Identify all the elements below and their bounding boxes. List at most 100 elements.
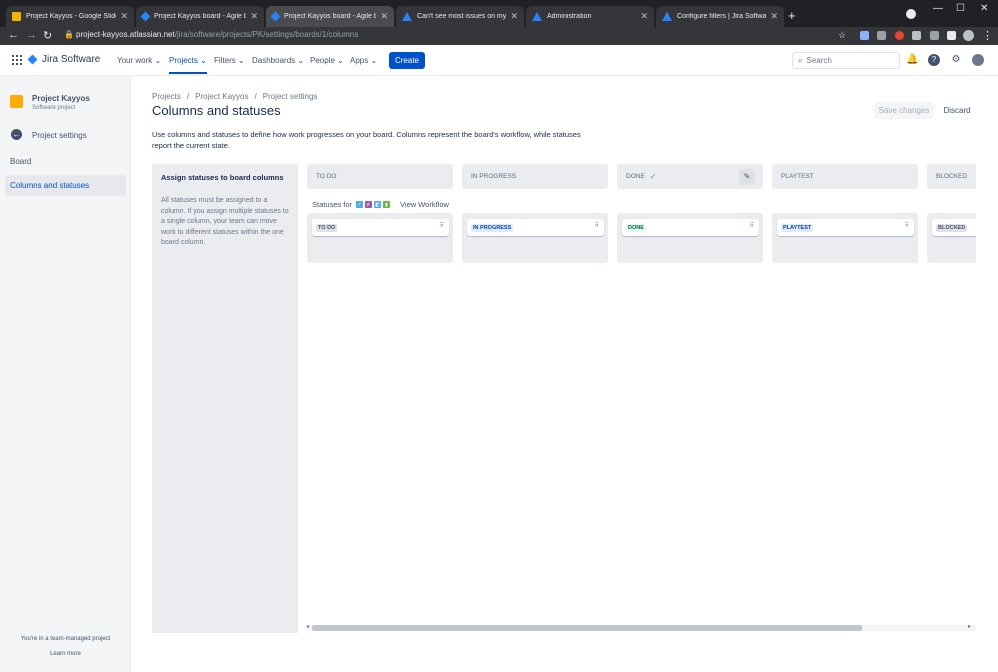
status-card[interactable]: BLOCKED ⠿ — [932, 219, 976, 236]
browser-tab[interactable]: Configure filters | Jira Software C ✕ — [656, 6, 784, 27]
extension-icon[interactable] — [930, 31, 939, 40]
column-status-area: PLAYTEST ⠿ — [772, 213, 918, 263]
close-icon[interactable]: ✕ — [380, 11, 388, 22]
address-bar: ← → ↻ 🔒 project-kayyos.atlassian.net/jir… — [0, 27, 998, 45]
help-icon[interactable]: ? — [928, 54, 940, 66]
avatar[interactable] — [963, 30, 974, 41]
drag-handle-icon[interactable]: ⠿ — [750, 222, 754, 229]
extension-icon[interactable] — [877, 31, 886, 40]
status-card[interactable]: DONE ⠿ — [622, 219, 759, 236]
menu-icon[interactable]: ⋮ — [982, 29, 993, 42]
back-icon[interactable]: ← — [8, 29, 19, 41]
team-managed-note: You're in a team-managed project — [20, 636, 111, 642]
board-column[interactable]: DONE ✓ ✎ DONE ⠿ — [617, 164, 763, 263]
nav-projects[interactable]: Projects ⌄ — [169, 56, 207, 74]
sidebar-item-label: Columns and statuses — [10, 181, 90, 190]
atlassian-icon — [662, 12, 672, 21]
scroll-right-icon[interactable]: ▸ — [968, 623, 971, 630]
status-card[interactable]: PLAYTEST ⠿ — [777, 219, 914, 236]
learn-more-link[interactable]: Learn more — [0, 651, 131, 657]
close-icon[interactable]: ✕ — [120, 11, 128, 22]
profile-icon[interactable] — [906, 9, 916, 19]
url-field[interactable]: project-kayyos.atlassian.net/jira/softwa… — [76, 30, 358, 39]
back-arrow-icon[interactable]: ← — [11, 129, 22, 140]
nav-dashboards[interactable]: Dashboards ⌄ — [252, 56, 304, 65]
board-column[interactable]: BLOCKED BLOCKED ⠿ — [927, 164, 976, 263]
board-column[interactable]: PLAYTEST PLAYTEST ⠿ — [772, 164, 918, 263]
story-icon: ▮ — [383, 201, 391, 208]
close-icon[interactable]: ✕ — [640, 11, 648, 22]
project-avatar — [10, 95, 23, 108]
star-icon[interactable]: ☆ — [838, 30, 846, 41]
horizontal-scrollbar[interactable]: ◂ ▸ — [152, 623, 976, 633]
maximize-icon[interactable]: ☐ — [956, 3, 965, 14]
app-switcher-icon[interactable] — [12, 55, 22, 65]
close-icon[interactable]: ✕ — [770, 11, 778, 22]
nav-apps[interactable]: Apps ⌄ — [350, 56, 377, 65]
column-name: BLOCKED — [936, 173, 968, 180]
extension-icon[interactable] — [912, 31, 921, 40]
browser-tab-active[interactable]: Project Kayyos board - Agile boa ✕ — [266, 6, 394, 27]
project-sidebar: Project Kayyos Software project ← Projec… — [0, 76, 131, 672]
breadcrumb-separator: / — [186, 92, 190, 101]
drag-handle-icon[interactable]: ⠿ — [440, 222, 444, 229]
close-icon[interactable]: ✕ — [510, 11, 518, 22]
pencil-icon[interactable]: ✎ — [739, 168, 755, 185]
discard-button[interactable]: Discard — [938, 102, 976, 119]
browser-tab[interactable]: Project Kayyos - Google Slides ✕ — [6, 6, 134, 27]
avatar[interactable] — [972, 54, 984, 66]
forward-icon[interactable]: → — [26, 29, 37, 41]
breadcrumb-settings[interactable]: Project settings — [263, 92, 318, 101]
board-column[interactable]: IN PROGRESS IN PROGRESS ⠿ — [462, 164, 608, 263]
tab-title: Can't see most issues on my boa — [417, 13, 507, 20]
column-header[interactable]: TO DO — [307, 164, 453, 189]
column-header[interactable]: DONE ✓ ✎ — [617, 164, 763, 189]
breadcrumb-project[interactable]: Project Kayyos — [195, 92, 248, 101]
column-header[interactable]: IN PROGRESS — [462, 164, 608, 189]
settings-icon[interactable]: ⚙ — [950, 54, 962, 66]
new-tab-icon[interactable]: + — [788, 8, 796, 23]
minimize-icon[interactable]: — — [933, 3, 943, 14]
scrollbar-thumb[interactable] — [312, 625, 862, 631]
scroll-left-icon[interactable]: ◂ — [306, 623, 309, 630]
column-name: PLAYTEST — [781, 173, 814, 180]
nav-people[interactable]: People ⌄ — [310, 56, 344, 65]
breadcrumb-projects[interactable]: Projects — [152, 92, 181, 101]
nav-label: Filters — [214, 56, 236, 65]
browser-tab[interactable]: Project Kayyos board - Agile boa ✕ — [136, 6, 264, 27]
column-status-area: TO DO ⠿ — [307, 213, 453, 263]
project-name[interactable]: Project Kayyos — [32, 94, 90, 103]
search-input[interactable]: ⌕ Search — [792, 52, 900, 69]
close-window-icon[interactable]: ✕ — [980, 3, 988, 14]
column-header[interactable]: PLAYTEST — [772, 164, 918, 189]
extension-icon[interactable] — [895, 31, 904, 40]
column-header[interactable]: BLOCKED — [927, 164, 976, 189]
notifications-icon[interactable]: 🔔 — [906, 54, 918, 66]
view-workflow-link[interactable]: View Workflow — [400, 200, 449, 209]
close-icon[interactable]: ✕ — [250, 11, 258, 22]
nav-your-work[interactable]: Your work ⌄ — [117, 56, 161, 65]
status-lozenge: PLAYTEST — [781, 224, 814, 232]
browser-tab[interactable]: Administration ✕ — [526, 6, 654, 27]
back-to-settings-link[interactable]: Project settings — [32, 131, 87, 140]
status-card[interactable]: IN PROGRESS ⠿ — [467, 219, 604, 236]
page-title: Columns and statuses — [152, 103, 281, 118]
nav-filters[interactable]: Filters ⌄ — [214, 56, 245, 65]
url-host: project-kayyos.atlassian.net — [76, 30, 175, 39]
reload-icon[interactable]: ↻ — [43, 29, 52, 42]
drag-handle-icon[interactable]: ⠿ — [905, 222, 909, 229]
browser-tab[interactable]: Can't see most issues on my boa ✕ — [396, 6, 524, 27]
board-column[interactable]: TO DO TO DO ⠿ — [307, 164, 453, 263]
create-button[interactable]: Create — [389, 52, 425, 69]
puzzle-icon[interactable] — [947, 31, 956, 40]
status-card[interactable]: TO DO ⠿ — [312, 219, 449, 236]
sidebar-item-columns-and-statuses[interactable]: Columns and statuses — [5, 175, 126, 196]
jira-logo[interactable]: Jira Software — [27, 54, 100, 65]
column-status-area: IN PROGRESS ⠿ — [462, 213, 608, 263]
extension-icon[interactable] — [860, 31, 869, 40]
save-changes-button[interactable]: Save changes — [874, 102, 934, 119]
epic-icon: ⚡ — [365, 201, 373, 208]
jira-icon — [140, 11, 151, 22]
columns-scroll-area[interactable]: TO DO TO DO ⠿ IN PROGRESS IN PROGRESS ⠿ … — [307, 164, 976, 633]
drag-handle-icon[interactable]: ⠿ — [595, 222, 599, 229]
